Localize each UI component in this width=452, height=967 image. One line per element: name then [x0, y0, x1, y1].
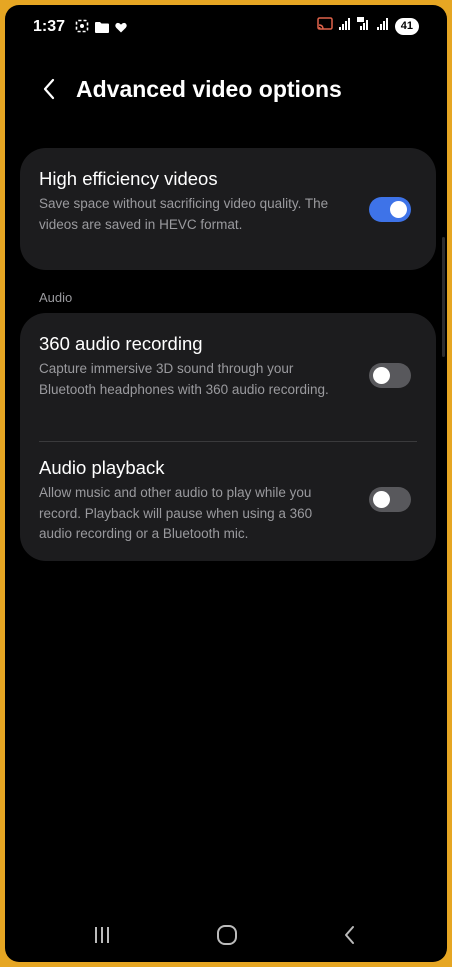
setting-title: 360 audio recording — [39, 333, 203, 354]
setting-high-efficiency-videos[interactable]: High efficiency videos Save space withou… — [20, 148, 436, 270]
status-notification-icons — [75, 19, 127, 38]
setting-title: High efficiency videos — [39, 168, 218, 189]
nav-back-button[interactable] — [335, 920, 365, 950]
phone-screen: 1:37 41 Advanced video options High effi… — [5, 5, 447, 962]
setting-description: Capture immersive 3D sound through your … — [39, 361, 329, 397]
audio-360-toggle[interactable] — [369, 363, 411, 388]
toggle-knob — [373, 491, 390, 508]
app-header: Advanced video options — [5, 65, 447, 115]
section-label-audio: Audio — [39, 290, 73, 305]
setting-audio-playback[interactable]: Audio playback Allow music and other aud… — [20, 442, 436, 561]
status-time: 1:37 — [33, 18, 66, 35]
recents-icon — [95, 927, 109, 943]
setting-360-audio-recording[interactable]: 360 audio recording Capture immersive 3D… — [20, 313, 436, 441]
toggle-knob — [373, 367, 390, 384]
screen-record-icon — [75, 19, 89, 38]
page-title: Advanced video options — [76, 76, 342, 102]
setting-description: Allow music and other audio to play whil… — [39, 485, 313, 541]
cast-icon — [317, 17, 333, 35]
device-frame: 1:37 41 Advanced video options High effi… — [0, 0, 452, 967]
setting-description: Save space without sacrificing video qua… — [39, 196, 329, 232]
folder-icon — [95, 20, 109, 38]
audio-playback-toggle[interactable] — [369, 487, 411, 512]
recents-button[interactable] — [87, 920, 117, 950]
audio-settings-card: 360 audio recording Capture immersive 3D… — [20, 313, 436, 561]
signal-icon — [376, 17, 389, 35]
heart-icon — [115, 20, 127, 38]
toggle-knob — [390, 201, 407, 218]
home-icon — [217, 925, 237, 945]
volte-4g-icon — [356, 17, 371, 35]
back-icon — [345, 926, 354, 944]
chevron-left-icon — [43, 78, 55, 100]
setting-title: Audio playback — [39, 457, 165, 478]
back-button[interactable] — [35, 75, 63, 103]
signal-icon — [338, 17, 351, 35]
scrollbar[interactable] — [442, 237, 445, 357]
video-settings-card: High efficiency videos Save space withou… — [20, 148, 436, 270]
battery-indicator: 41 — [394, 17, 419, 35]
hevc-toggle[interactable] — [369, 197, 411, 222]
navigation-bar — [5, 910, 447, 958]
status-system-icons: 41 — [317, 17, 419, 35]
status-bar: 1:37 41 — [5, 5, 447, 49]
home-button[interactable] — [212, 920, 242, 950]
